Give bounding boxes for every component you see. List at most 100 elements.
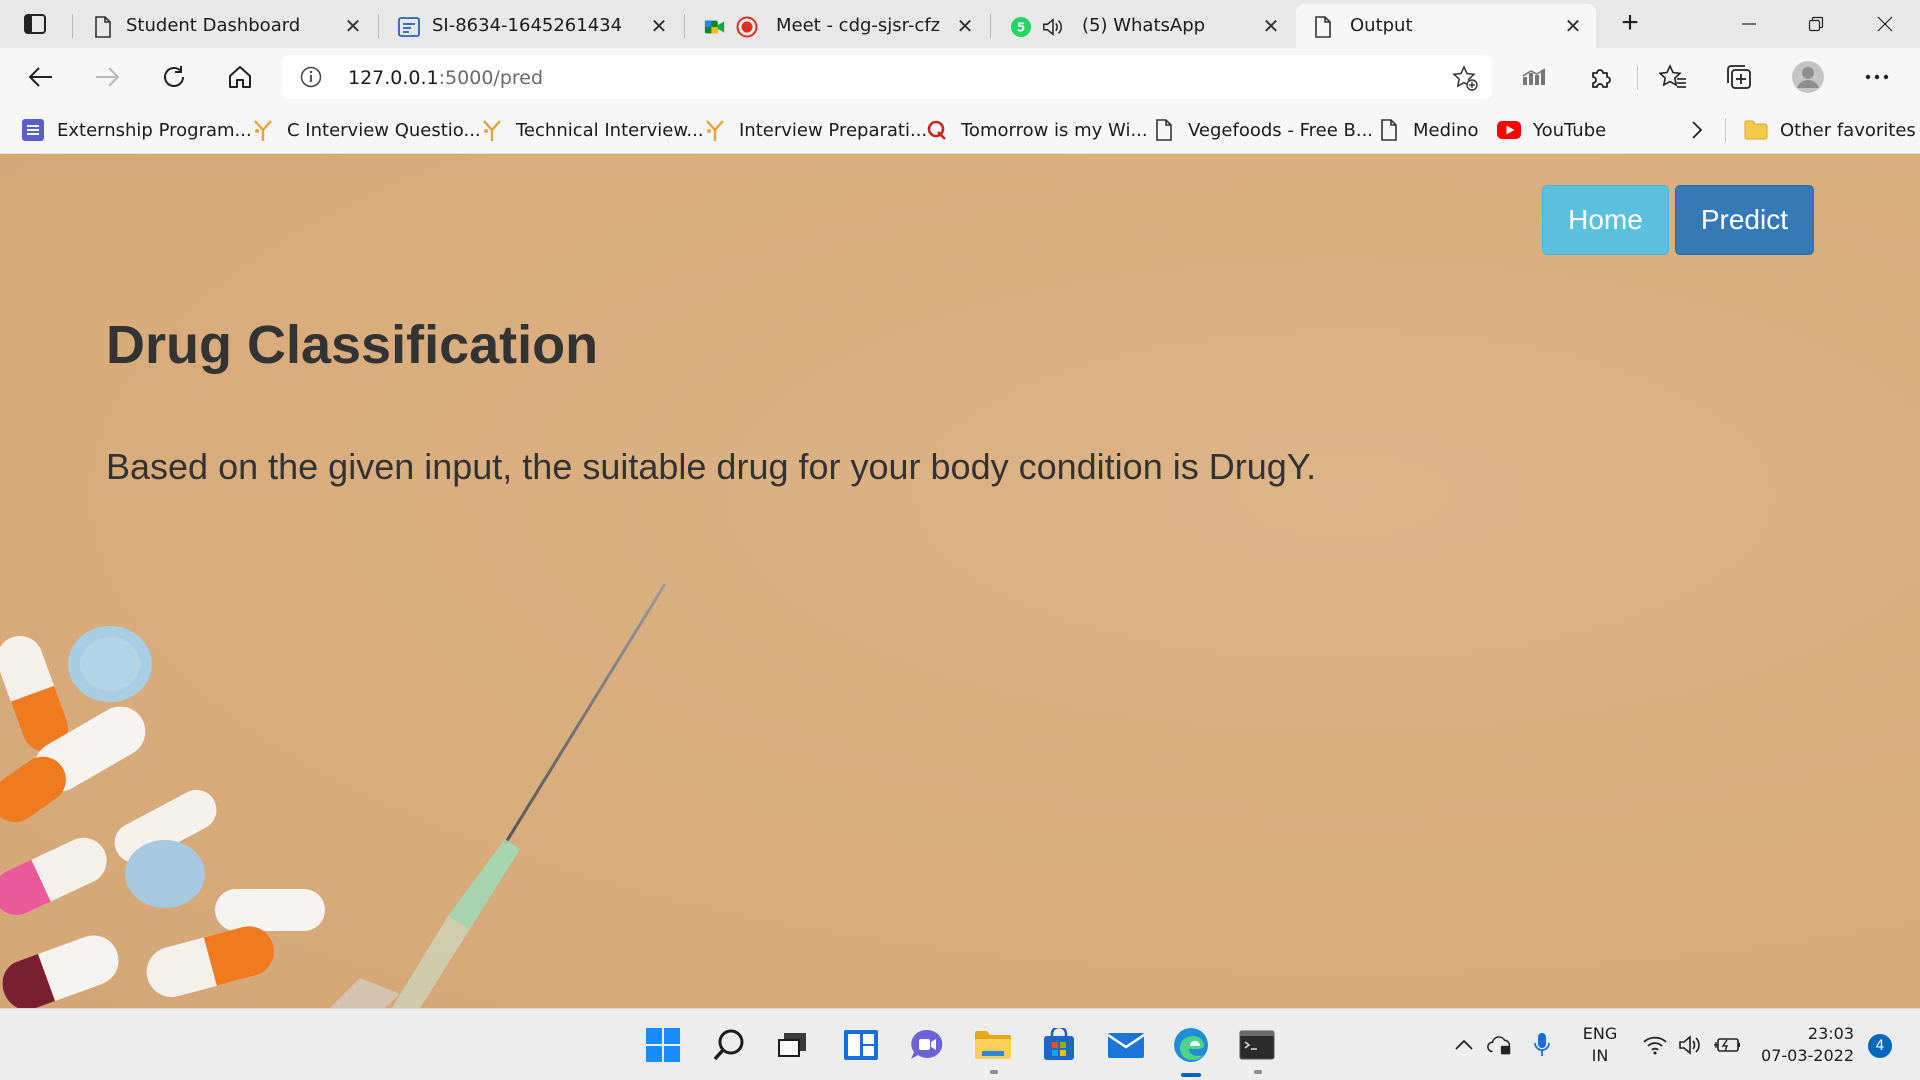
favorite-medino[interactable]: Medino bbox=[1377, 116, 1478, 144]
favorite-c-interview[interactable]: C Interview Questio... bbox=[251, 116, 481, 144]
system-clock[interactable]: 23:03 07-03-2022 bbox=[1756, 1023, 1854, 1067]
taskbar: ENG IN 23:03 07-03-2022 4 bbox=[0, 1008, 1920, 1080]
tab-separator bbox=[72, 14, 73, 38]
tab-output[interactable]: Output ✕ bbox=[1296, 4, 1596, 48]
browser-toolbar: 127.0.0.1:5000/pred bbox=[0, 48, 1920, 106]
forward-arrow-icon[interactable] bbox=[90, 60, 124, 94]
tab-student-dashboard[interactable]: Student Dashboard ✕ bbox=[76, 4, 374, 48]
task-view-icon[interactable] bbox=[770, 1023, 814, 1067]
running-indicator bbox=[990, 1070, 998, 1074]
tab-close-icon[interactable]: ✕ bbox=[342, 15, 364, 37]
language-indicator[interactable]: ENG IN bbox=[1578, 1023, 1622, 1067]
restore-icon[interactable] bbox=[1801, 10, 1831, 38]
page-nav: Home Predict bbox=[1542, 185, 1814, 255]
youtube-icon bbox=[1497, 118, 1521, 142]
page-icon bbox=[1152, 118, 1176, 142]
tab-strip: Student Dashboard ✕ SI-8634-1645261434 ✕… bbox=[0, 0, 1920, 48]
other-favorites-folder[interactable]: Other favorites bbox=[1744, 116, 1916, 144]
tab-meet[interactable]: Meet - cdg-sjsr-cfz ✕ bbox=[688, 4, 986, 48]
file-explorer-icon[interactable] bbox=[971, 1023, 1015, 1067]
wifi-icon[interactable] bbox=[1641, 1032, 1669, 1058]
running-indicator bbox=[1254, 1070, 1262, 1074]
favorite-label: Tomorrow is my Wi... bbox=[961, 119, 1148, 141]
url-path: :5000/pred bbox=[438, 67, 544, 89]
favorite-label: YouTube bbox=[1533, 119, 1607, 141]
add-favorite-icon[interactable] bbox=[1452, 65, 1478, 91]
refresh-icon[interactable] bbox=[157, 60, 191, 94]
favorite-label: Medino bbox=[1413, 119, 1479, 141]
tab-actions-icon[interactable] bbox=[18, 10, 52, 38]
teams-chat-icon[interactable] bbox=[905, 1023, 949, 1067]
svg-text:5: 5 bbox=[1017, 21, 1025, 35]
language-code: ENG bbox=[1582, 1024, 1618, 1043]
tab-close-icon[interactable]: ✕ bbox=[1260, 15, 1282, 37]
home-icon[interactable] bbox=[223, 60, 257, 94]
minimize-icon[interactable] bbox=[1734, 10, 1764, 38]
search-icon[interactable] bbox=[707, 1023, 751, 1067]
performance-icon[interactable] bbox=[1517, 60, 1551, 94]
tab-close-icon[interactable]: ✕ bbox=[1562, 15, 1584, 37]
tab-title: (5) WhatsApp bbox=[1082, 15, 1206, 36]
meet-icon bbox=[704, 16, 726, 38]
tab-separator bbox=[990, 14, 991, 38]
favorite-interview-preparation[interactable]: Interview Preparati... bbox=[703, 116, 927, 144]
page-icon bbox=[1377, 118, 1401, 142]
favorite-label: C Interview Questio... bbox=[287, 119, 481, 141]
favorites-bar: Externship Program... C Interview Questi… bbox=[0, 106, 1920, 154]
list-icon bbox=[21, 118, 45, 142]
battery-charging-icon[interactable] bbox=[1713, 1032, 1741, 1058]
microsoft-store-icon[interactable] bbox=[1037, 1023, 1081, 1067]
pills-syringe-illustration bbox=[0, 584, 667, 1008]
edge-browser-icon[interactable] bbox=[1169, 1023, 1213, 1067]
favorite-technical-interview[interactable]: Technical Interview... bbox=[480, 116, 704, 144]
interviewbit-icon bbox=[251, 118, 275, 142]
collections-icon[interactable] bbox=[1722, 60, 1756, 94]
tab-close-icon[interactable]: ✕ bbox=[648, 15, 670, 37]
volume-icon[interactable] bbox=[1677, 1032, 1705, 1058]
toolbar-separator bbox=[1637, 66, 1638, 90]
favorite-quora[interactable]: Tomorrow is my Wi... bbox=[925, 116, 1148, 144]
tab-separator bbox=[684, 14, 685, 38]
profile-avatar-icon[interactable] bbox=[1791, 60, 1825, 94]
more-options-icon[interactable] bbox=[1860, 60, 1894, 94]
address-bar[interactable]: 127.0.0.1:5000/pred bbox=[282, 55, 1492, 99]
tab-si-8634[interactable]: SI-8634-1645261434 ✕ bbox=[382, 4, 680, 48]
favorites-overflow-chevron-icon[interactable] bbox=[1690, 116, 1704, 144]
speaker-icon[interactable] bbox=[1042, 16, 1064, 38]
favorite-vegefoods[interactable]: Vegefoods - Free B... bbox=[1152, 116, 1373, 144]
favorite-label: Externship Program... bbox=[57, 119, 252, 141]
close-window-icon[interactable] bbox=[1870, 10, 1900, 38]
form-icon bbox=[398, 16, 420, 38]
home-button[interactable]: Home bbox=[1542, 185, 1669, 255]
widgets-icon[interactable] bbox=[839, 1023, 883, 1067]
favorite-label: Vegefoods - Free B... bbox=[1188, 119, 1374, 141]
onedrive-icon[interactable] bbox=[1486, 1032, 1514, 1058]
tab-whatsapp[interactable]: 5 (5) WhatsApp ✕ bbox=[994, 4, 1292, 48]
url-text[interactable]: 127.0.0.1:5000/pred bbox=[348, 67, 543, 89]
interviewbit-icon bbox=[703, 118, 727, 142]
other-favorites-label: Other favorites bbox=[1780, 119, 1916, 141]
terminal-icon[interactable] bbox=[1235, 1023, 1279, 1067]
whatsapp-icon: 5 bbox=[1010, 16, 1032, 38]
show-hidden-icons-chevron-icon[interactable] bbox=[1450, 1032, 1478, 1058]
windows-start-icon[interactable] bbox=[641, 1023, 685, 1067]
favorite-youtube[interactable]: YouTube bbox=[1497, 116, 1606, 144]
clock-time: 23:03 bbox=[1807, 1024, 1854, 1043]
predict-button[interactable]: Predict bbox=[1674, 185, 1814, 255]
mail-icon[interactable] bbox=[1104, 1023, 1148, 1067]
interviewbit-icon bbox=[480, 118, 504, 142]
favorites-icon[interactable] bbox=[1656, 60, 1690, 94]
back-arrow-icon[interactable] bbox=[24, 60, 58, 94]
site-info-icon[interactable] bbox=[300, 66, 322, 88]
new-tab-button[interactable]: + bbox=[1616, 8, 1644, 38]
page-viewport: Home Predict Drug Classification Based o… bbox=[0, 154, 1920, 1008]
tab-close-icon[interactable]: ✕ bbox=[954, 15, 976, 37]
tab-title: Student Dashboard bbox=[126, 15, 301, 36]
notification-count-badge[interactable]: 4 bbox=[1868, 1034, 1892, 1058]
favorite-externship[interactable]: Externship Program... bbox=[21, 116, 252, 144]
extensions-icon[interactable] bbox=[1584, 60, 1618, 94]
microphone-icon[interactable] bbox=[1528, 1032, 1556, 1058]
folder-icon bbox=[1744, 118, 1768, 142]
tab-title: Output bbox=[1350, 15, 1413, 36]
favorite-label: Interview Preparati... bbox=[739, 119, 928, 141]
